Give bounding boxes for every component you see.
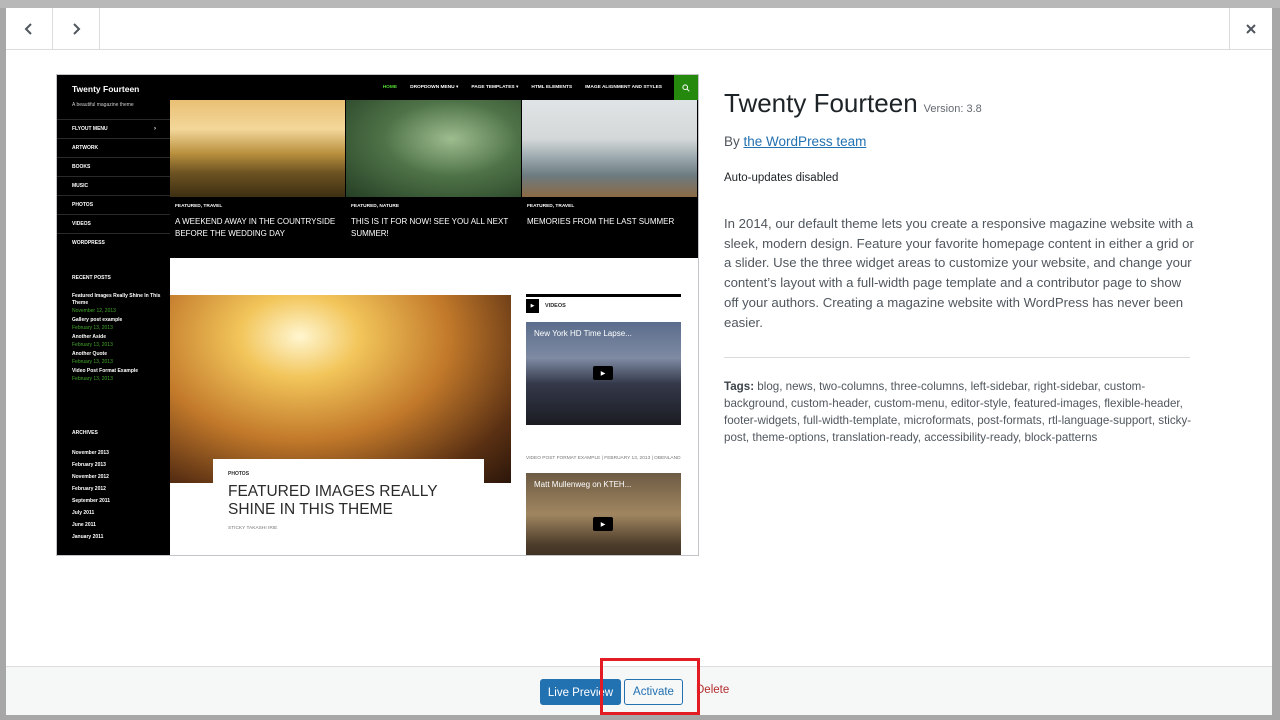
video-title: New York HD Time Lapse... bbox=[534, 329, 632, 338]
activate-button[interactable]: Activate bbox=[624, 679, 683, 705]
close-icon bbox=[1246, 23, 1256, 34]
featured-category: FEATURED, TRAVEL bbox=[175, 204, 223, 209]
screenshot-sidebar: Twenty Fourteen A beautiful magazine the… bbox=[57, 75, 170, 555]
archive-item: November 2013 bbox=[72, 450, 109, 456]
chevron-right-icon bbox=[73, 22, 81, 35]
archives-heading: ARCHIVES bbox=[72, 430, 98, 436]
side-nav-item: MUSIC bbox=[57, 176, 170, 195]
play-icon: ▶ bbox=[593, 366, 613, 380]
auto-updates-status: Auto-updates disabled bbox=[724, 172, 839, 184]
featured-image bbox=[522, 100, 697, 197]
featured-category: FEATURED, TRAVEL bbox=[527, 204, 575, 209]
recent-post-title: Another Aside bbox=[72, 334, 106, 340]
screenshot-search-icon bbox=[674, 75, 698, 100]
video-meta: VIDEO POST FORMAT EXAMPLE | FEBRUARY 13,… bbox=[526, 456, 681, 461]
recent-posts-heading: RECENT POSTS bbox=[72, 275, 111, 281]
video-thumbnail: New York HD Time Lapse... ▶ bbox=[526, 322, 681, 425]
theme-name: Twenty Fourteen Version: 3.8 bbox=[724, 88, 982, 119]
archive-item: January 2011 bbox=[72, 534, 104, 540]
side-nav-item: BOOKS bbox=[57, 157, 170, 176]
archives-list: November 2013 February 2013 November 201… bbox=[72, 447, 162, 543]
recent-post-date: February 13, 2013 bbox=[72, 376, 113, 382]
close-button[interactable] bbox=[1229, 8, 1272, 49]
featured-title: MEMORIES FROM THE LAST SUMMER bbox=[527, 217, 675, 226]
recent-post-date: February 13, 2013 bbox=[72, 359, 113, 365]
theme-name-text: Twenty Fourteen bbox=[724, 88, 918, 118]
tags-label: Tags: bbox=[724, 380, 755, 393]
theme-details-modal: Twenty Fourteen A beautiful magazine the… bbox=[6, 8, 1272, 715]
screenshot-tagline: A beautiful magazine theme bbox=[72, 102, 134, 108]
menu-item: HOME bbox=[382, 85, 398, 90]
backdrop-bar bbox=[0, 0, 1280, 8]
theme-author: By the WordPress team bbox=[724, 134, 866, 149]
side-nav-item: ARTWORK bbox=[57, 138, 170, 157]
author-link[interactable]: the WordPress team bbox=[744, 134, 867, 149]
theme-description: In 2014, our default theme lets you crea… bbox=[724, 216, 1194, 330]
tags-list: blog, news, two-columns, three-columns, … bbox=[724, 380, 1192, 444]
menu-item: PAGE TEMPLATES ▾ bbox=[471, 85, 519, 90]
video-title: Matt Mullenweg on KTEH... bbox=[534, 480, 632, 489]
recent-post-date: February 13, 2013 bbox=[72, 325, 113, 331]
screenshot-videos-widget: ▶ VIDEOS New York HD Time Lapse... ▶ VIDE… bbox=[526, 294, 681, 555]
side-nav-item: VIDEOS bbox=[57, 214, 170, 233]
live-preview-button[interactable]: Live Preview bbox=[540, 679, 621, 705]
archive-item: June 2011 bbox=[72, 522, 96, 528]
menu-item: IMAGE ALIGNMENT AND STYLES bbox=[585, 85, 662, 90]
side-nav-item: FLYOUT MENU › bbox=[57, 119, 170, 138]
play-icon: ▶ bbox=[593, 517, 613, 531]
delete-link[interactable]: Delete bbox=[696, 684, 729, 696]
screenshot-featured-grid: FEATURED, TRAVEL A WEEKEND AWAY IN THE C… bbox=[170, 100, 698, 258]
recent-post-title: Another Quote bbox=[72, 351, 107, 357]
next-theme-button[interactable] bbox=[53, 8, 100, 49]
menu-item: DROPDOWN MENU ▾ bbox=[410, 85, 459, 90]
archive-item: November 2012 bbox=[72, 474, 109, 480]
recent-post-title: Video Post Format Example bbox=[72, 368, 139, 374]
author-prefix: By bbox=[724, 134, 740, 149]
big-post-title: FEATURED IMAGES REALLY SHINE IN THIS THE… bbox=[228, 483, 438, 518]
featured-category: FEATURED, NATURE bbox=[351, 204, 400, 209]
big-post-image bbox=[170, 295, 511, 483]
video-thumbnail: Matt Mullenweg on KTEH... ▶ bbox=[526, 473, 681, 555]
recent-post-date: November 12, 2013 bbox=[72, 308, 116, 314]
archive-item: February 2012 bbox=[72, 486, 106, 492]
side-nav-item: WORDPRESS bbox=[57, 233, 170, 252]
modal-header bbox=[6, 8, 1272, 50]
recent-post-date: February 13, 2013 bbox=[72, 342, 113, 348]
big-post-category: PHOTOS bbox=[228, 471, 250, 477]
big-post-meta: STICKY TAKASHI IRIE bbox=[228, 526, 278, 531]
side-nav-item: PHOTOS bbox=[57, 195, 170, 214]
recent-post-title: Featured Images Really Shine In This The… bbox=[72, 293, 161, 306]
recent-post-title: Gallery post example bbox=[72, 317, 123, 323]
featured-title: A WEEKEND AWAY IN THE COUNTRYSIDE BEFORE… bbox=[175, 217, 336, 238]
previous-theme-button[interactable] bbox=[6, 8, 53, 49]
archive-item: July 2011 bbox=[72, 510, 95, 516]
featured-post: FEATURED, TRAVEL MEMORIES FROM THE LAST … bbox=[522, 100, 697, 258]
featured-post: FEATURED, NATURE THIS IS IT FOR NOW! SEE… bbox=[346, 100, 521, 258]
modal-footer: Live Preview Activate Delete bbox=[6, 658, 1272, 715]
videos-heading: ▶ VIDEOS bbox=[526, 294, 681, 315]
recent-posts-list: Featured Images Really Shine In This The… bbox=[72, 293, 162, 385]
archive-item: September 2011 bbox=[72, 498, 111, 504]
screenshot-site-title: Twenty Fourteen bbox=[72, 84, 140, 94]
featured-post: FEATURED, TRAVEL A WEEKEND AWAY IN THE C… bbox=[170, 100, 345, 258]
section-divider bbox=[724, 357, 1190, 358]
featured-image bbox=[346, 100, 521, 197]
big-post-caption: PHOTOS FEATURED IMAGES REALLY SHINE IN T… bbox=[213, 459, 484, 555]
theme-screenshot: Twenty Fourteen A beautiful magazine the… bbox=[56, 74, 699, 556]
theme-tags: Tags: blog, news, two-columns, three-col… bbox=[724, 378, 1194, 446]
archive-item: February 2013 bbox=[72, 462, 106, 468]
theme-version: Version: 3.8 bbox=[923, 103, 982, 115]
featured-title: THIS IS IT FOR NOW! SEE YOU ALL NEXT SUM… bbox=[351, 217, 509, 238]
screenshot-top-menu: HOME DROPDOWN MENU ▾ PAGE TEMPLATES ▾ HT… bbox=[170, 75, 698, 100]
screenshot-side-nav: FLYOUT MENU › ARTWORK BOOKS MUSIC PHOTOS … bbox=[57, 119, 170, 252]
menu-item: HTML ELEMENTS bbox=[531, 85, 573, 90]
chevron-left-icon bbox=[24, 22, 32, 35]
featured-image bbox=[170, 100, 345, 197]
